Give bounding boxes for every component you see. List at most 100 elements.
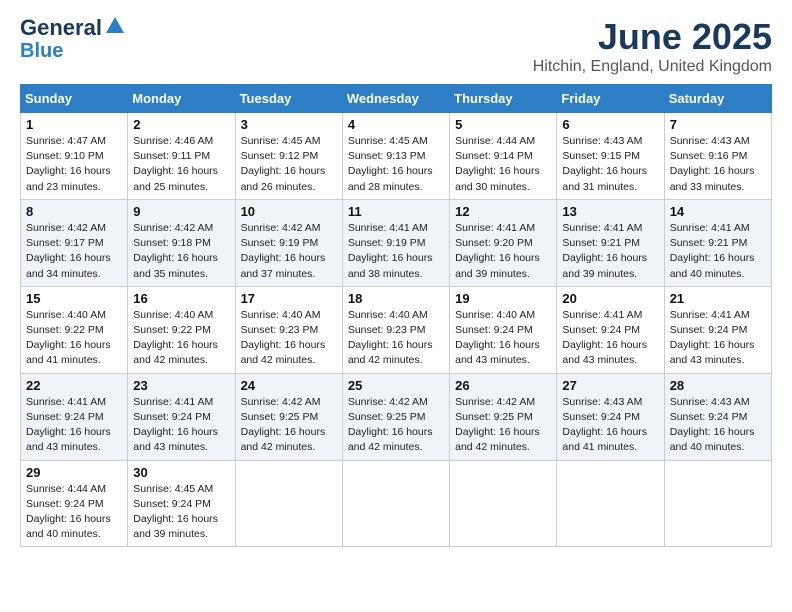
day-number: 13	[562, 204, 658, 219]
day-number: 28	[670, 378, 766, 393]
day-info: Sunrise: 4:41 AMSunset: 9:24 PMDaylight:…	[670, 308, 766, 369]
day-number: 12	[455, 204, 551, 219]
day-info: Sunrise: 4:41 AMSunset: 9:24 PMDaylight:…	[133, 395, 229, 456]
day-info: Sunrise: 4:40 AMSunset: 9:23 PMDaylight:…	[348, 308, 444, 369]
day-info: Sunrise: 4:40 AMSunset: 9:22 PMDaylight:…	[133, 308, 229, 369]
day-cell-25: 25 Sunrise: 4:42 AMSunset: 9:25 PMDayligh…	[342, 373, 449, 460]
day-info: Sunrise: 4:45 AMSunset: 9:12 PMDaylight:…	[241, 134, 337, 195]
day-number: 25	[348, 378, 444, 393]
day-cell-7: 7 Sunrise: 4:43 AMSunset: 9:16 PMDaylight…	[664, 113, 771, 200]
day-cell-23: 23Sunrise: 4:41 AMSunset: 9:24 PMDayligh…	[128, 373, 235, 460]
day-cell-11: 11 Sunrise: 4:41 AMSunset: 9:19 PMDayligh…	[342, 199, 449, 286]
day-cell-9: 9 Sunrise: 4:42 AMSunset: 9:18 PMDaylight…	[128, 199, 235, 286]
day-cell-29: 29 Sunrise: 4:44 AMSunset: 9:24 PMDayligh…	[21, 460, 128, 547]
logo: General Blue	[20, 16, 126, 62]
day-cell-20: 20Sunrise: 4:41 AMSunset: 9:24 PMDayligh…	[557, 286, 664, 373]
day-info: Sunrise: 4:47 AMSunset: 9:10 PMDaylight:…	[26, 134, 122, 195]
month-title: June 2025	[533, 16, 772, 58]
day-number: 1	[26, 117, 122, 132]
calendar: SundayMondayTuesdayWednesdayThursdayFrid…	[20, 84, 772, 547]
empty-cell	[557, 460, 664, 547]
logo-blue: Blue	[20, 40, 63, 62]
day-number: 16	[133, 291, 229, 306]
day-cell-16: 16 Sunrise: 4:40 AMSunset: 9:22 PMDayligh…	[128, 286, 235, 373]
day-number: 29	[26, 465, 122, 480]
day-info: Sunrise: 4:42 AMSunset: 9:25 PMDaylight:…	[241, 395, 337, 456]
day-cell-3: 3 Sunrise: 4:45 AMSunset: 9:12 PMDaylight…	[235, 113, 342, 200]
day-number: 19	[455, 291, 551, 306]
logo-general: General	[20, 16, 102, 40]
day-number: 24	[241, 378, 337, 393]
day-info: Sunrise: 4:42 AMSunset: 9:19 PMDaylight:…	[241, 221, 337, 282]
empty-cell	[450, 460, 557, 547]
day-number: 5	[455, 117, 551, 132]
day-cell-8: 8 Sunrise: 4:42 AMSunset: 9:17 PMDaylight…	[21, 199, 128, 286]
logo-icon	[104, 15, 126, 37]
week-row-5: 29 Sunrise: 4:44 AMSunset: 9:24 PMDayligh…	[21, 460, 772, 547]
day-cell-4: 4Sunrise: 4:45 AMSunset: 9:13 PMDaylight…	[342, 113, 449, 200]
day-info: Sunrise: 4:43 AMSunset: 9:16 PMDaylight:…	[670, 134, 766, 195]
day-info: Sunrise: 4:44 AMSunset: 9:24 PMDaylight:…	[26, 482, 122, 543]
day-number: 18	[348, 291, 444, 306]
day-header-thursday: Thursday	[450, 85, 557, 113]
empty-cell	[235, 460, 342, 547]
day-info: Sunrise: 4:40 AMSunset: 9:22 PMDaylight:…	[26, 308, 122, 369]
day-info: Sunrise: 4:43 AMSunset: 9:15 PMDaylight:…	[562, 134, 658, 195]
day-cell-19: 19 Sunrise: 4:40 AMSunset: 9:24 PMDayligh…	[450, 286, 557, 373]
day-cell-18: 18 Sunrise: 4:40 AMSunset: 9:23 PMDayligh…	[342, 286, 449, 373]
day-cell-13: 13 Sunrise: 4:41 AMSunset: 9:21 PMDayligh…	[557, 199, 664, 286]
day-number: 6	[562, 117, 658, 132]
header: General Blue June 2025 Hitchin, England,…	[20, 16, 772, 76]
day-cell-12: 12 Sunrise: 4:41 AMSunset: 9:20 PMDayligh…	[450, 199, 557, 286]
day-number: 7	[670, 117, 766, 132]
day-info: Sunrise: 4:42 AMSunset: 9:18 PMDaylight:…	[133, 221, 229, 282]
day-cell-30: 30Sunrise: 4:45 AMSunset: 9:24 PMDayligh…	[128, 460, 235, 547]
day-info: Sunrise: 4:44 AMSunset: 9:14 PMDaylight:…	[455, 134, 551, 195]
day-info: Sunrise: 4:43 AMSunset: 9:24 PMDaylight:…	[670, 395, 766, 456]
empty-cell	[664, 460, 771, 547]
day-cell-27: 27Sunrise: 4:43 AMSunset: 9:24 PMDayligh…	[557, 373, 664, 460]
day-number: 4	[348, 117, 444, 132]
day-number: 3	[241, 117, 337, 132]
day-info: Sunrise: 4:40 AMSunset: 9:24 PMDaylight:…	[455, 308, 551, 369]
day-header-saturday: Saturday	[664, 85, 771, 113]
day-info: Sunrise: 4:41 AMSunset: 9:19 PMDaylight:…	[348, 221, 444, 282]
day-info: Sunrise: 4:40 AMSunset: 9:23 PMDaylight:…	[241, 308, 337, 369]
day-header-tuesday: Tuesday	[235, 85, 342, 113]
day-header-sunday: Sunday	[21, 85, 128, 113]
day-cell-24: 24 Sunrise: 4:42 AMSunset: 9:25 PMDayligh…	[235, 373, 342, 460]
day-info: Sunrise: 4:41 AMSunset: 9:24 PMDaylight:…	[562, 308, 658, 369]
week-row-3: 15 Sunrise: 4:40 AMSunset: 9:22 PMDayligh…	[21, 286, 772, 373]
day-number: 8	[26, 204, 122, 219]
week-row-2: 8 Sunrise: 4:42 AMSunset: 9:17 PMDaylight…	[21, 199, 772, 286]
empty-cell	[342, 460, 449, 547]
day-info: Sunrise: 4:42 AMSunset: 9:25 PMDaylight:…	[348, 395, 444, 456]
day-cell-15: 15 Sunrise: 4:40 AMSunset: 9:22 PMDayligh…	[21, 286, 128, 373]
day-number: 26	[455, 378, 551, 393]
day-cell-17: 17Sunrise: 4:40 AMSunset: 9:23 PMDayligh…	[235, 286, 342, 373]
day-number: 14	[670, 204, 766, 219]
day-info: Sunrise: 4:41 AMSunset: 9:21 PMDaylight:…	[562, 221, 658, 282]
day-info: Sunrise: 4:42 AMSunset: 9:17 PMDaylight:…	[26, 221, 122, 282]
day-cell-2: 2 Sunrise: 4:46 AMSunset: 9:11 PMDaylight…	[128, 113, 235, 200]
day-header-wednesday: Wednesday	[342, 85, 449, 113]
day-header-row: SundayMondayTuesdayWednesdayThursdayFrid…	[21, 85, 772, 113]
day-header-monday: Monday	[128, 85, 235, 113]
day-cell-10: 10Sunrise: 4:42 AMSunset: 9:19 PMDayligh…	[235, 199, 342, 286]
day-number: 2	[133, 117, 229, 132]
day-info: Sunrise: 4:43 AMSunset: 9:24 PMDaylight:…	[562, 395, 658, 456]
day-cell-28: 28 Sunrise: 4:43 AMSunset: 9:24 PMDayligh…	[664, 373, 771, 460]
week-row-1: 1 Sunrise: 4:47 AMSunset: 9:10 PMDaylight…	[21, 113, 772, 200]
day-cell-22: 22Sunrise: 4:41 AMSunset: 9:24 PMDayligh…	[21, 373, 128, 460]
day-cell-21: 21Sunrise: 4:41 AMSunset: 9:24 PMDayligh…	[664, 286, 771, 373]
day-cell-26: 26Sunrise: 4:42 AMSunset: 9:25 PMDayligh…	[450, 373, 557, 460]
day-info: Sunrise: 4:46 AMSunset: 9:11 PMDaylight:…	[133, 134, 229, 195]
title-block: June 2025 Hitchin, England, United Kingd…	[533, 16, 772, 76]
day-info: Sunrise: 4:41 AMSunset: 9:24 PMDaylight:…	[26, 395, 122, 456]
day-number: 9	[133, 204, 229, 219]
day-info: Sunrise: 4:41 AMSunset: 9:21 PMDaylight:…	[670, 221, 766, 282]
day-info: Sunrise: 4:41 AMSunset: 9:20 PMDaylight:…	[455, 221, 551, 282]
day-number: 15	[26, 291, 122, 306]
day-cell-6: 6 Sunrise: 4:43 AMSunset: 9:15 PMDaylight…	[557, 113, 664, 200]
day-number: 11	[348, 204, 444, 219]
